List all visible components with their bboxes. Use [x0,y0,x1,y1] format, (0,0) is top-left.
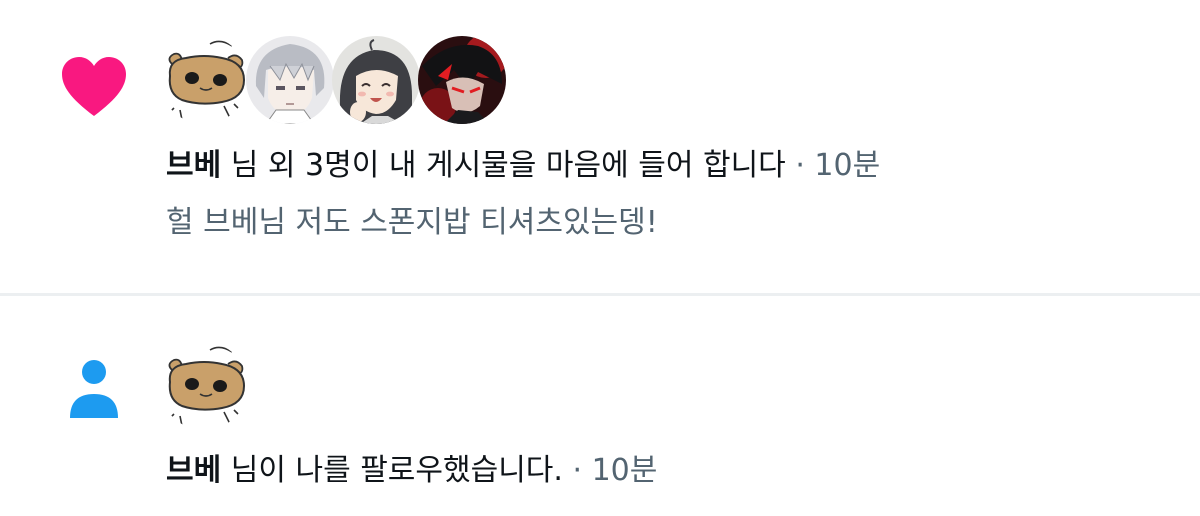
like-notification-text: 브베 님 외 3명이 내 게시물을 마음에 들어 합니다 · 10분 [166,146,880,186]
follower-avatars [160,342,248,430]
avatar-bear[interactable] [160,36,248,124]
notification-message: 님이 나를 팔로우했습니다. [221,453,563,488]
avatar-silver-hair[interactable] [246,36,334,124]
timestamp: 10분 [814,148,881,183]
follow-notification-text: 브베 님이 나를 팔로우했습니다. · 10분 [166,451,657,491]
avatar-smiling-girl[interactable] [332,36,420,124]
like-notification[interactable]: 브베 님 외 3명이 내 게시물을 마음에 들어 합니다 · 10분 헐 브베님… [0,0,1200,294]
heart-icon [60,56,128,118]
avatar-bear[interactable] [160,342,248,430]
person-icon [66,358,122,420]
user-name-link[interactable]: 브베 [166,148,221,183]
avatar-red-dark[interactable] [418,36,506,124]
separator-dot: · [785,148,815,183]
post-preview[interactable]: 헐 브베님 저도 스폰지밥 티셔츠있는뎅! [166,203,658,243]
timestamp: 10분 [591,453,658,488]
separator-dot: · [562,453,592,488]
liker-avatars [160,36,506,124]
notification-message: 님 외 3명이 내 게시물을 마음에 들어 합니다 [221,148,786,183]
user-name-link[interactable]: 브베 [166,453,221,488]
